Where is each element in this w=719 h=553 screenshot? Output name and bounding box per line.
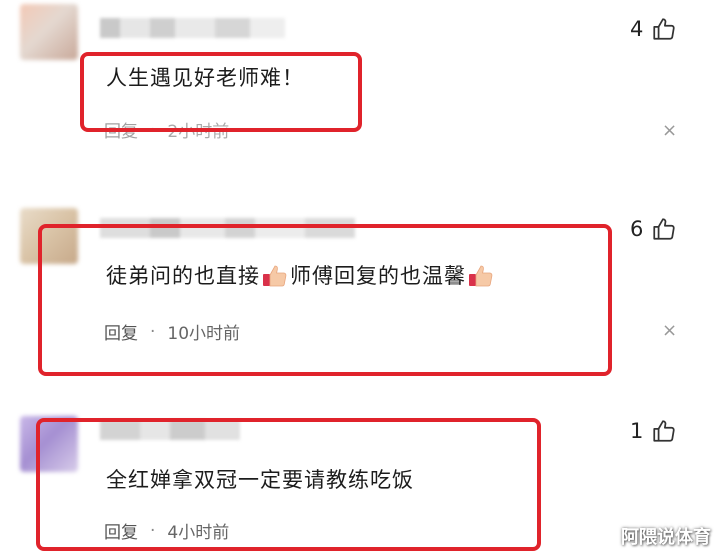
- thumbs-up-icon: [653, 218, 675, 240]
- watermark: 阿隈说体育: [621, 527, 711, 548]
- thumbs-up-icon: [653, 18, 675, 40]
- comment-3: 1 全红婵拿双冠一定要请教练吃饭 回复 · 4小时前: [0, 400, 719, 553]
- like-button[interactable]: 1: [630, 418, 677, 444]
- like-button[interactable]: 4: [630, 16, 677, 42]
- close-icon[interactable]: ×: [662, 320, 677, 341]
- close-icon[interactable]: ×: [662, 120, 677, 141]
- like-count: 4: [630, 17, 644, 41]
- thumbs-up-icon: [653, 420, 675, 442]
- comment-2: 6 徒弟问的也直接 师傅回复的也温馨 回复 · 10小时前 ×: [0, 200, 719, 400]
- username-blurred[interactable]: [100, 18, 285, 38]
- highlight-box: [80, 52, 362, 132]
- highlight-box: [38, 224, 612, 376]
- like-count: 6: [630, 217, 644, 241]
- like-button[interactable]: 6: [630, 216, 677, 242]
- comment-1: 4 人生遇见好老师难！ 回复 · 2小时前 ×: [0, 0, 719, 200]
- highlight-box: [36, 418, 541, 551]
- like-count: 1: [630, 419, 644, 443]
- avatar[interactable]: [20, 4, 78, 60]
